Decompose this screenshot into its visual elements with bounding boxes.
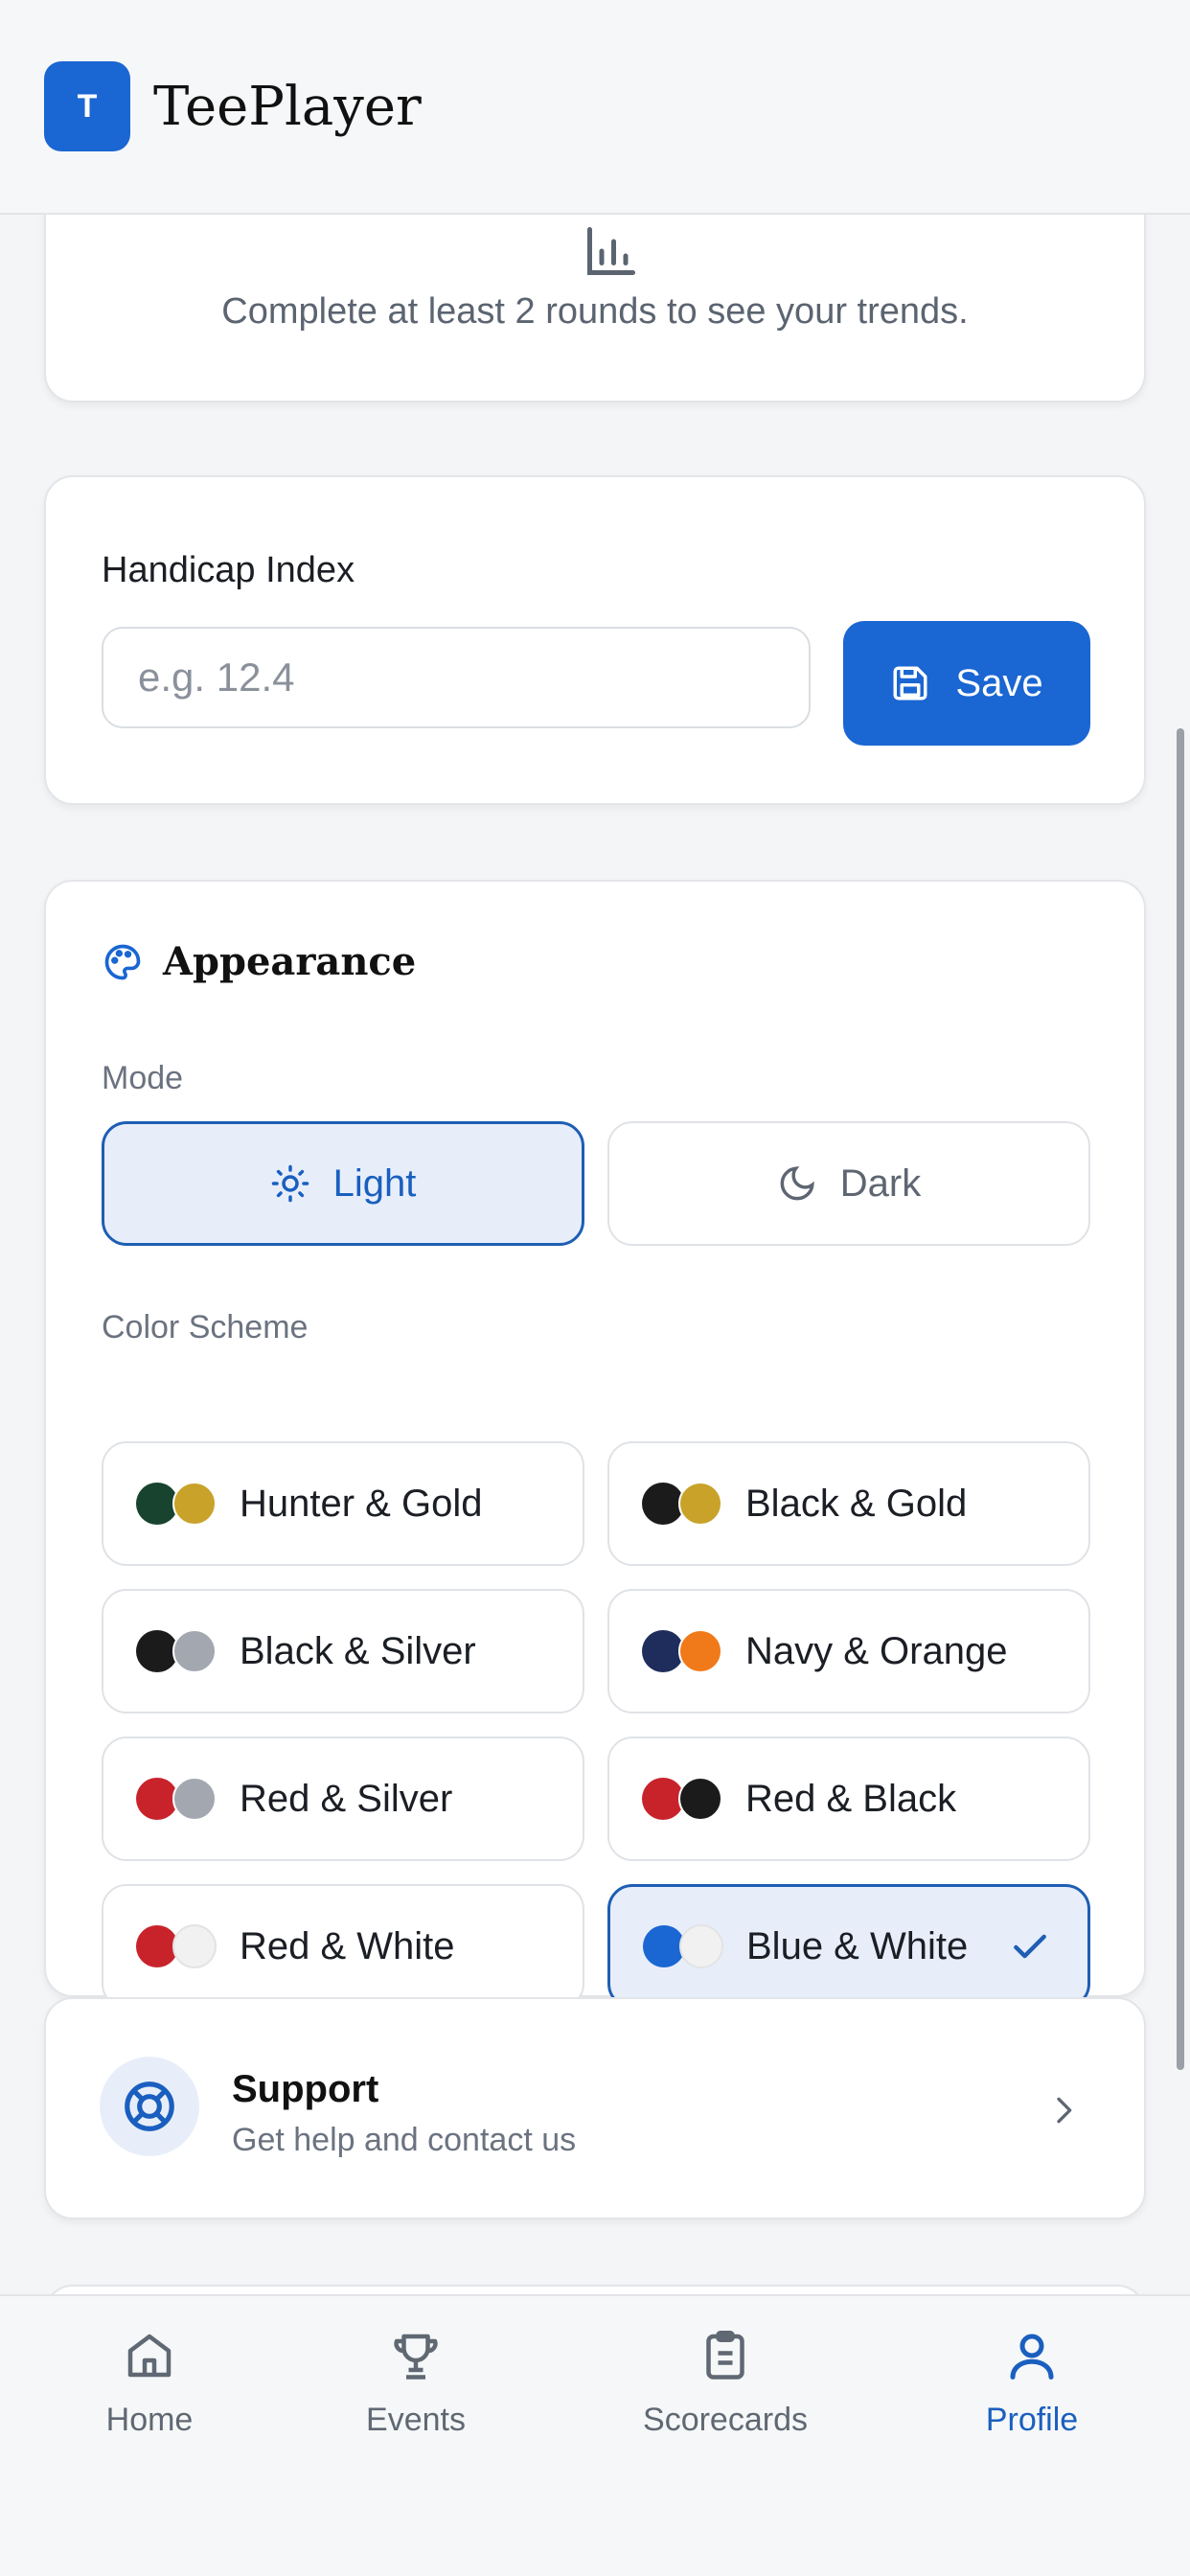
nav-item-profile[interactable]: Profile <box>917 2327 1147 2439</box>
scheme-swatch <box>136 1777 217 1821</box>
support-subtitle: Get help and contact us <box>232 2122 577 2158</box>
scheme-name: Navy & Orange <box>745 1629 1008 1672</box>
save-button-label: Save <box>955 661 1043 704</box>
app-logo[interactable]: T <box>44 61 130 151</box>
handicap-label: Handicap Index <box>102 550 355 590</box>
scheme-swatch <box>642 1629 722 1673</box>
clipboard-icon <box>706 2331 744 2380</box>
swatch-dot-secondary <box>172 1629 217 1673</box>
scheme-name: Red & Black <box>745 1777 957 1820</box>
scheme-name: Black & Gold <box>745 1482 968 1525</box>
appearance-card: Appearance Mode Light Dark Color Scheme … <box>44 880 1146 2009</box>
swatch-dot-secondary <box>678 1482 722 1526</box>
scheme-option-hunter-gold[interactable]: Hunter & Gold <box>102 1441 584 1566</box>
nav-item-home[interactable]: Home <box>34 2327 264 2439</box>
nav-item-scorecards[interactable]: Scorecards <box>610 2327 840 2439</box>
scheme-swatch <box>136 1924 217 1968</box>
scheme-swatch <box>642 1482 722 1526</box>
sun-icon <box>271 1164 309 1203</box>
trends-card: Complete at least 2 rounds to see your t… <box>44 215 1146 402</box>
scheme-name: Red & White <box>240 1924 455 1967</box>
scroll-content[interactable]: Complete at least 2 rounds to see your t… <box>0 215 1190 2294</box>
mode-light-option[interactable]: Light <box>102 1121 584 1246</box>
handicap-card: Handicap Index Save <box>44 475 1146 805</box>
scheme-option-blue-white[interactable]: Blue & White <box>607 1884 1090 2009</box>
check-icon <box>1014 1934 1046 1959</box>
swatch-dot-secondary <box>172 1777 217 1821</box>
mode-label: Mode <box>102 1060 184 1096</box>
support-card[interactable]: Support Get help and contact us <box>44 1997 1146 2220</box>
scheme-option-black-silver[interactable]: Black & Silver <box>102 1589 584 1714</box>
mode-dark-option[interactable]: Dark <box>607 1121 1090 1246</box>
scheme-name: Hunter & Gold <box>240 1482 483 1525</box>
next-card-peek <box>44 2285 1146 2294</box>
user-icon <box>1010 2334 1054 2380</box>
scheme-option-black-gold[interactable]: Black & Gold <box>607 1441 1090 1566</box>
nav-label: Scorecards <box>643 2402 808 2438</box>
lifebuoy-icon <box>125 2082 174 2131</box>
scheme-swatch <box>136 1482 217 1526</box>
scheme-name: Red & Silver <box>240 1777 453 1820</box>
swatch-dot-secondary <box>678 1629 722 1673</box>
bottom-nav: Home Events Scorecards Profile <box>0 2294 1190 2576</box>
swatch-dot-secondary <box>172 1924 217 1968</box>
palette-icon <box>104 944 141 979</box>
swatch-dot-secondary <box>679 1924 723 1968</box>
scheme-option-navy-orange[interactable]: Navy & Orange <box>607 1589 1090 1714</box>
support-icon-badge <box>100 2057 199 2156</box>
scheme-option-red-black[interactable]: Red & Black <box>607 1736 1090 1861</box>
scheme-swatch <box>642 1777 722 1821</box>
scheme-option-red-white[interactable]: Red & White <box>102 1884 584 2009</box>
nav-item-events[interactable]: Events <box>301 2327 531 2439</box>
nav-label: Profile <box>985 2402 1079 2438</box>
home-icon <box>127 2334 172 2378</box>
color-scheme-label: Color Scheme <box>102 1309 309 1346</box>
nav-label: Home <box>105 2402 194 2438</box>
save-button[interactable]: Save <box>843 621 1090 746</box>
handicap-input[interactable] <box>102 627 811 728</box>
scheme-name: Black & Silver <box>240 1629 476 1672</box>
scheme-option-red-silver[interactable]: Red & Silver <box>102 1736 584 1861</box>
scheme-name: Blue & White <box>746 1924 969 1967</box>
swatch-dot-secondary <box>678 1777 722 1821</box>
trophy-icon <box>394 2334 438 2380</box>
appearance-header: Appearance <box>102 939 416 984</box>
support-title: Support <box>232 2068 379 2110</box>
save-icon <box>893 666 927 701</box>
swatch-dot-secondary <box>172 1482 217 1526</box>
scheme-swatch <box>643 1924 723 1968</box>
scrollbar[interactable] <box>1177 728 1184 2070</box>
app-title: TeePlayer <box>153 75 422 138</box>
bar-chart-icon <box>587 227 635 275</box>
chevron-right-icon <box>1057 2097 1072 2124</box>
moon-icon <box>780 1166 814 1201</box>
app-header: T TeePlayer <box>0 0 1190 215</box>
trends-empty-message: Complete at least 2 rounds to see your t… <box>221 291 969 332</box>
mode-light-label: Light <box>332 1162 417 1205</box>
mode-dark-label: Dark <box>839 1162 922 1205</box>
nav-label: Events <box>366 2402 466 2438</box>
scheme-swatch <box>136 1629 217 1673</box>
appearance-title: Appearance <box>163 939 417 984</box>
